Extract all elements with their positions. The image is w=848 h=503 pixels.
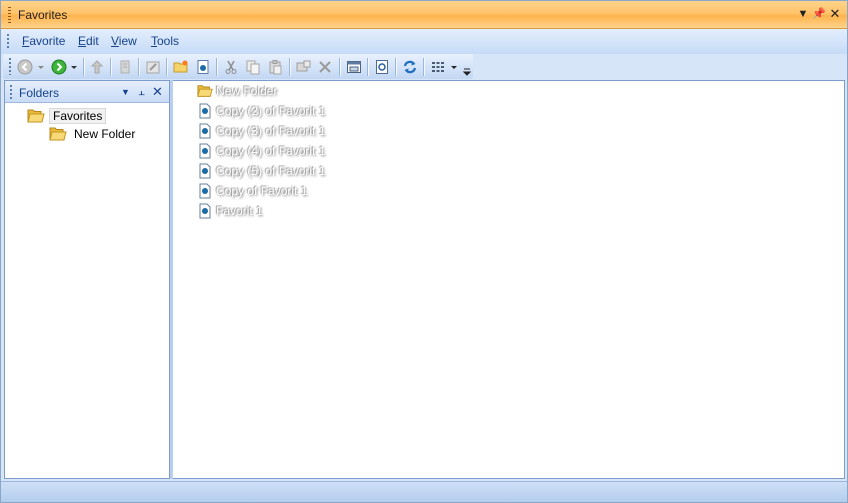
folders-pane: Folders ▼ ⫠ ✕ Favorites New Folder: [4, 80, 170, 479]
refresh-icon[interactable]: [400, 57, 420, 77]
paste-icon[interactable]: [265, 57, 285, 77]
favorite-icon: [199, 183, 211, 199]
list-item-label: Copy (3) of Favorit 1: [216, 124, 326, 138]
preview-icon[interactable]: [372, 57, 392, 77]
menu-bar: Favorite Edit View Tools: [1, 29, 847, 54]
toolbar-separator: [395, 58, 396, 76]
list-item-label: Copy (2) of Favorit 1: [216, 104, 326, 118]
forward-dropdown-icon[interactable]: [71, 63, 77, 71]
list-item[interactable]: Copy of Favorit 1: [197, 182, 307, 200]
folders-pane-title: Folders: [19, 86, 60, 100]
tree-item-new-folder[interactable]: New Folder: [49, 125, 138, 143]
window-title: Favorites: [18, 8, 68, 22]
cut-icon[interactable]: [221, 57, 241, 77]
close-icon[interactable]: ✕: [828, 7, 842, 21]
toolbar-separator: [367, 58, 368, 76]
folder-icon: [49, 127, 67, 141]
pin-icon[interactable]: 📌: [812, 7, 826, 21]
title-bar[interactable]: Favorites ▼ 📌 ✕: [1, 1, 847, 29]
folders-dropdown-icon[interactable]: ▼: [119, 85, 132, 99]
disabled-icon[interactable]: [115, 57, 135, 77]
toolbar-separator: [289, 58, 290, 76]
list-item-label: Copy of Favorit 1: [216, 184, 308, 198]
list-item[interactable]: Copy (2) of Favorit 1: [197, 102, 325, 120]
list-item[interactable]: New Folder: [197, 82, 277, 100]
favorite-icon: [199, 203, 211, 219]
forward-icon[interactable]: [49, 57, 69, 77]
back-icon[interactable]: [15, 57, 35, 77]
list-item[interactable]: Copy (4) of Favorit 1: [197, 142, 325, 160]
favorite-icon: [199, 163, 211, 179]
folders-pin-icon[interactable]: ⫠: [135, 85, 148, 99]
favorite-icon: [199, 123, 211, 139]
favorite-icon: [199, 103, 211, 119]
window-icon[interactable]: [344, 57, 364, 77]
folder-icon: [197, 85, 213, 97]
list-item[interactable]: Favorit 1: [197, 202, 263, 220]
toolbar-grip[interactable]: [9, 58, 11, 75]
new-favorite-icon[interactable]: [193, 57, 213, 77]
tree-item-label: New Folder: [74, 127, 136, 141]
toolbar-separator: [216, 58, 217, 76]
toolbar-overflow-icon[interactable]: [463, 67, 471, 77]
folders-pane-header[interactable]: Folders ▼ ⫠ ✕: [5, 81, 169, 103]
toolbar-separator: [423, 58, 424, 76]
view-grid-icon[interactable]: [428, 57, 448, 77]
menu-edit[interactable]: Edit: [78, 34, 99, 48]
folders-close-icon[interactable]: ✕: [151, 85, 164, 99]
list-item-label: New Folder: [216, 84, 278, 98]
toolbar: [3, 54, 473, 79]
delete-icon[interactable]: [315, 57, 335, 77]
list-item-label: Copy (4) of Favorit 1: [216, 144, 326, 158]
list-item[interactable]: Copy (5) of Favorit 1: [197, 162, 325, 180]
menu-tools[interactable]: Tools: [151, 34, 179, 48]
favorites-list: New Folder Copy (2) of Favorit 1 Copy (3…: [173, 80, 845, 479]
toolbar-separator: [110, 58, 111, 76]
window-menu-dropdown-icon[interactable]: ▼: [796, 7, 810, 21]
toolbar-separator: [83, 58, 84, 76]
list-item-label: Favorit 1: [216, 204, 263, 218]
toolbar-separator: [339, 58, 340, 76]
folders-grip[interactable]: [10, 85, 12, 100]
list-item[interactable]: Copy (3) of Favorit 1: [197, 122, 325, 140]
list-item-label: Copy (5) of Favorit 1: [216, 164, 326, 178]
new-folder-icon[interactable]: [171, 57, 191, 77]
copy-icon[interactable]: [243, 57, 263, 77]
up-folder-icon[interactable]: [87, 57, 107, 77]
menu-favorite[interactable]: Favorite: [22, 34, 65, 48]
move-icon[interactable]: [293, 57, 313, 77]
view-dropdown-icon[interactable]: [451, 63, 457, 71]
toolbar-separator: [166, 58, 167, 76]
menu-view[interactable]: View: [111, 34, 137, 48]
toolbar-separator: [138, 58, 139, 76]
properties-icon[interactable]: [143, 57, 163, 77]
menubar-grip[interactable]: [7, 34, 9, 50]
back-dropdown-icon[interactable]: [38, 63, 44, 71]
tree-item-label: Favorites: [49, 108, 107, 124]
folder-open-icon: [27, 109, 45, 123]
favorite-icon: [199, 143, 211, 159]
status-bar: [1, 481, 847, 502]
title-grip[interactable]: [8, 7, 11, 23]
favorites-window: Favorites ▼ 📌 ✕ Favorite Edit View Tools: [0, 0, 848, 503]
tree-item-favorites[interactable]: Favorites: [27, 107, 107, 125]
